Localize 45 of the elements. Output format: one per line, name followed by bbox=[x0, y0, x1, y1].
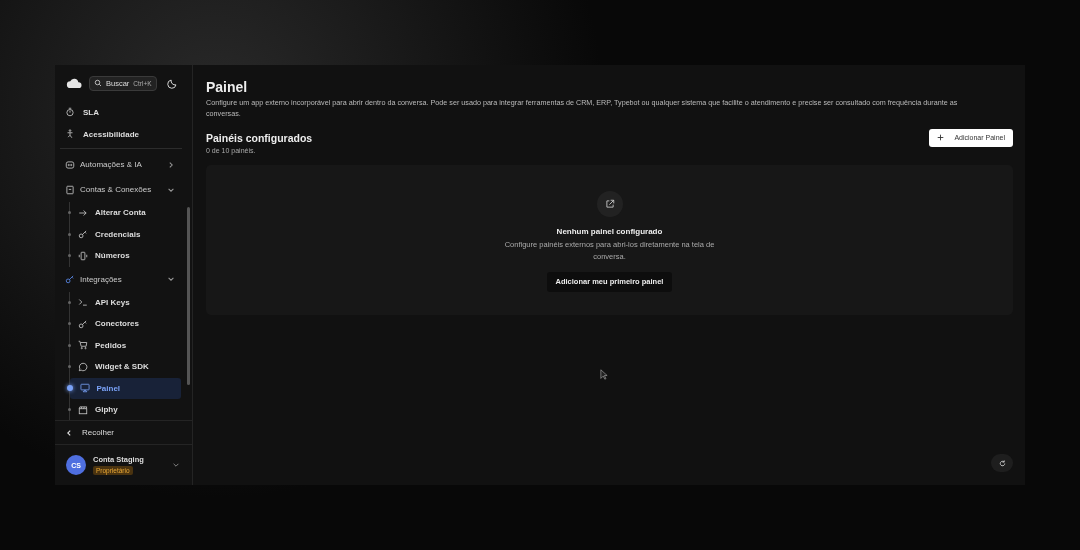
page-title: Painel bbox=[206, 79, 249, 95]
phone-icon bbox=[78, 250, 88, 261]
chevron-icon[interactable] bbox=[172, 461, 180, 469]
sidebar-item[interactable]: Painel bbox=[70, 377, 181, 399]
moon-icon[interactable] bbox=[166, 77, 178, 89]
sidebar-item[interactable]: Acessibilidade bbox=[55, 123, 187, 145]
key-icon bbox=[78, 229, 88, 240]
clapperboard-icon bbox=[78, 404, 88, 415]
refresh-button[interactable] bbox=[991, 454, 1013, 472]
refresh-icon bbox=[997, 458, 1007, 468]
scrollbar[interactable] bbox=[187, 207, 190, 385]
sidebar-item[interactable]: Credenciais bbox=[70, 223, 181, 245]
sidebar-group[interactable]: Automações & IA bbox=[55, 152, 187, 177]
sidebar-item[interactable]: Widget & SDK bbox=[70, 356, 181, 378]
cloud-logo-icon bbox=[66, 77, 83, 89]
key-icon bbox=[78, 318, 88, 329]
sidebar-item[interactable]: Alterar Conta bbox=[70, 202, 181, 224]
plus-icon bbox=[937, 134, 945, 142]
sidebar-item[interactable]: Números bbox=[70, 245, 181, 267]
chat-bubble-icon bbox=[78, 361, 88, 372]
cart-icon bbox=[78, 340, 88, 351]
key-icon bbox=[65, 274, 75, 284]
sidebar-item[interactable]: Pedidos bbox=[70, 334, 181, 356]
collapse-button[interactable]: Recolher bbox=[55, 420, 192, 444]
sidebar-group[interactable]: Contas & Conexões bbox=[55, 177, 187, 202]
search-icon bbox=[94, 79, 102, 87]
chevron-left-icon bbox=[65, 428, 73, 437]
robot-icon bbox=[65, 159, 75, 170]
sidebar-group[interactable]: Integrações bbox=[55, 266, 187, 292]
empty-title: Nenhum painel configurado bbox=[556, 226, 663, 236]
chevron-icon bbox=[167, 160, 175, 169]
monitor-icon bbox=[79, 383, 90, 394]
sidebar-item[interactable]: SLA bbox=[55, 101, 187, 123]
person-icon bbox=[65, 129, 75, 139]
mouse-cursor-icon bbox=[600, 368, 608, 380]
chevron-icon bbox=[167, 275, 175, 283]
sidebar-item[interactable]: Giphy bbox=[70, 399, 181, 420]
stopwatch-icon bbox=[65, 107, 75, 117]
terminal-icon bbox=[78, 297, 88, 308]
sidebar-item[interactable]: Conectores bbox=[70, 313, 181, 335]
arrow-icon bbox=[78, 207, 88, 218]
card-icon bbox=[65, 184, 75, 195]
external-link-icon bbox=[596, 190, 623, 217]
section-title: Painéis configurados bbox=[206, 131, 313, 144]
sidebar-item[interactable]: API Keys bbox=[70, 291, 181, 313]
